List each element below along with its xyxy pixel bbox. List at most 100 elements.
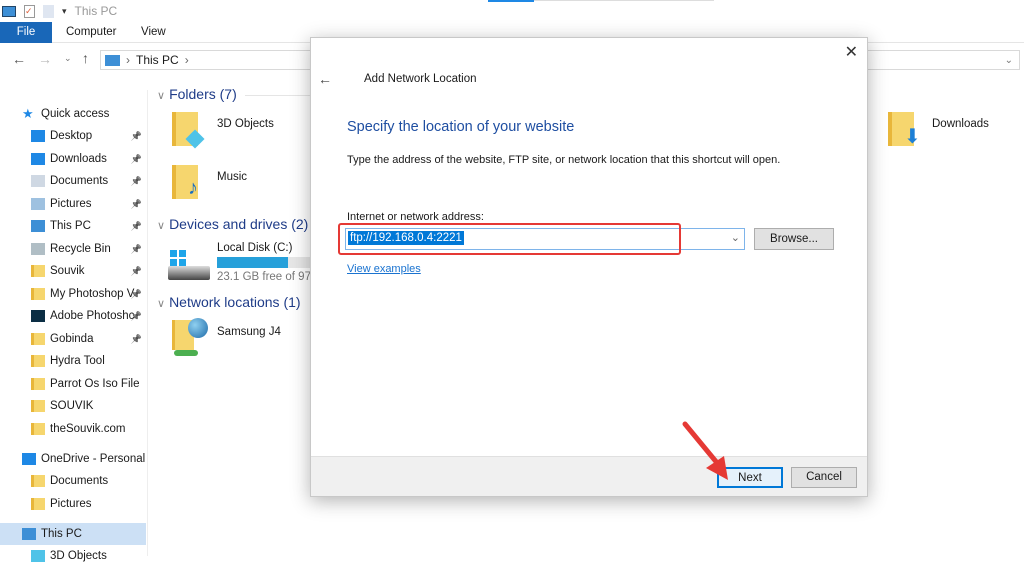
pin-icon[interactable]: 📌 (131, 334, 142, 345)
folder-icon (31, 378, 45, 390)
tab-file[interactable]: File (0, 22, 52, 43)
pin-icon[interactable]: 📌 (131, 176, 142, 187)
group-label: Folders (7) (169, 86, 237, 102)
download-icon (31, 153, 45, 165)
customize-dropdown-icon[interactable]: ▾ (62, 6, 67, 17)
pin-icon[interactable]: 📌 (131, 266, 142, 277)
sidebar-item-label: Documents (50, 175, 109, 187)
navigation-pane: ★ Quick access Desktop 📌 Downloads 📌 Documents… (0, 90, 148, 562)
sidebar-item[interactable]: SOUVIK (0, 395, 146, 417)
folder-downloads[interactable]: Downloads (932, 118, 989, 130)
sidebar-item-label: Downloads (50, 153, 107, 165)
folder-3d-objects-icon[interactable] (172, 112, 208, 152)
quick-access-toolbar: ✓ ▾ This PC (0, 0, 400, 22)
tab-computer[interactable]: Computer (66, 22, 117, 43)
cloud-icon (22, 453, 36, 465)
add-network-location-dialog: ✕ ← Add Network Location Specify the loc… (310, 37, 868, 497)
folder-icon (31, 423, 45, 435)
pin-icon[interactable]: 📌 (131, 131, 142, 142)
highlight-box (338, 223, 681, 255)
sidebar-item[interactable]: Recycle Bin 📌 (0, 238, 146, 260)
group-label: Devices and drives (2) (169, 216, 309, 232)
sidebar-item[interactable]: OneDrive - Personal (0, 448, 146, 470)
sidebar-item-label: Quick access (41, 108, 110, 120)
sidebar-item[interactable]: Hydra Tool (0, 350, 146, 372)
browse-button[interactable]: Browse... (754, 228, 834, 250)
address-dropdown-icon[interactable]: ⌄ (731, 231, 740, 244)
computer-icon (22, 528, 36, 540)
sidebar-item[interactable]: Downloads 📌 (0, 148, 146, 170)
pictures-icon (31, 198, 45, 210)
group-network-locations[interactable]: ∨ Network locations (1) (157, 294, 301, 310)
pin-icon[interactable]: 📌 (131, 221, 142, 232)
sidebar-item[interactable]: Adobe Photoshc 📌 (0, 305, 146, 327)
sidebar-item[interactable]: Documents 📌 (0, 170, 146, 192)
sidebar-item[interactable]: 3D Objects (0, 545, 146, 567)
network-location-icon[interactable] (170, 318, 214, 362)
forward-icon[interactable]: → (38, 51, 52, 67)
documents-icon (31, 175, 45, 187)
dialog-heading: Specify the location of your website (347, 119, 575, 135)
sidebar-item-label: Hydra Tool (50, 355, 105, 367)
dialog-footer: Next Cancel (311, 456, 867, 496)
sidebar-item-label: My Photoshop V (50, 288, 135, 300)
sidebar-item[interactable]: Souvik 📌 (0, 260, 146, 282)
sidebar-item[interactable]: Desktop 📌 (0, 125, 146, 147)
folder-3d-objects[interactable]: 3D Objects (217, 118, 274, 130)
sidebar-item[interactable]: Pictures 📌 (0, 193, 146, 215)
dialog-title: Add Network Location (364, 73, 477, 85)
sidebar-item-label: Pictures (50, 498, 92, 510)
group-devices[interactable]: ∨ Devices and drives (2) (157, 216, 308, 232)
sidebar-item[interactable]: Gobinda 📌 (0, 328, 146, 350)
back-icon[interactable]: ← (318, 71, 332, 87)
drive-usage-bar (217, 257, 310, 268)
folder-music-icon[interactable]: ♪ (172, 165, 208, 205)
properties-icon[interactable]: ✓ (24, 4, 35, 18)
network-location-samsung-j4[interactable]: Samsung J4 (217, 326, 281, 338)
pin-icon[interactable]: 📌 (131, 244, 142, 255)
tab-view[interactable]: View (141, 22, 166, 43)
recycle-bin-icon (31, 243, 45, 255)
sidebar-item[interactable]: ★ Quick access (0, 103, 146, 125)
3d-objects-icon (31, 550, 45, 562)
breadcrumb-this-pc[interactable]: This PC (136, 53, 179, 67)
sidebar-item-label: Parrot Os Iso File (50, 378, 140, 390)
address-field-label: Internet or network address: (347, 211, 484, 223)
pin-icon[interactable]: 📌 (131, 199, 142, 210)
new-folder-icon[interactable] (43, 4, 54, 18)
sidebar-item[interactable]: Parrot Os Iso File (0, 373, 146, 395)
drive-icon[interactable] (168, 250, 212, 282)
group-folders[interactable]: ∨ Folders (7) (157, 86, 237, 102)
pin-icon[interactable]: 📌 (131, 289, 142, 300)
sidebar-item[interactable]: This PC 📌 (0, 215, 146, 237)
view-examples-link[interactable]: View examples (347, 263, 421, 275)
sidebar-item-label: SOUVIK (50, 400, 94, 412)
sidebar-item[interactable]: My Photoshop V 📌 (0, 283, 146, 305)
up-icon[interactable]: ↑ (82, 50, 89, 66)
folder-icon (31, 498, 45, 510)
address-dropdown-icon[interactable]: ⌄ (1005, 55, 1013, 66)
pin-icon[interactable]: 📌 (131, 311, 142, 322)
pin-icon[interactable]: 📌 (131, 154, 142, 165)
sidebar-item[interactable]: theSouvik.com (0, 418, 146, 440)
sidebar-item-label: This PC (50, 220, 91, 232)
sidebar-item[interactable]: Documents (0, 470, 146, 492)
sidebar-item-label: Pictures (50, 198, 92, 210)
folder-icon (31, 400, 45, 412)
folder-music[interactable]: Music (217, 171, 247, 183)
star-icon: ★ (22, 106, 34, 121)
recent-chevron-icon[interactable]: ⌄ (64, 53, 72, 64)
photoshop-folder-icon (31, 310, 45, 322)
folder-icon (31, 288, 45, 300)
sidebar-item[interactable]: Pictures (0, 493, 146, 515)
back-icon[interactable]: ← (12, 51, 26, 67)
folder-icon (31, 355, 45, 367)
computer-icon (105, 54, 120, 66)
close-icon[interactable]: ✕ (845, 42, 858, 62)
cancel-button[interactable]: Cancel (791, 467, 857, 488)
drive-name[interactable]: Local Disk (C:) (217, 242, 292, 254)
folder-downloads-icon[interactable]: ⬇ (888, 112, 924, 152)
red-arrow-annotation (682, 421, 728, 480)
sidebar-item[interactable]: This PC (0, 523, 146, 545)
dialog-description: Type the address of the website, FTP sit… (347, 154, 781, 166)
